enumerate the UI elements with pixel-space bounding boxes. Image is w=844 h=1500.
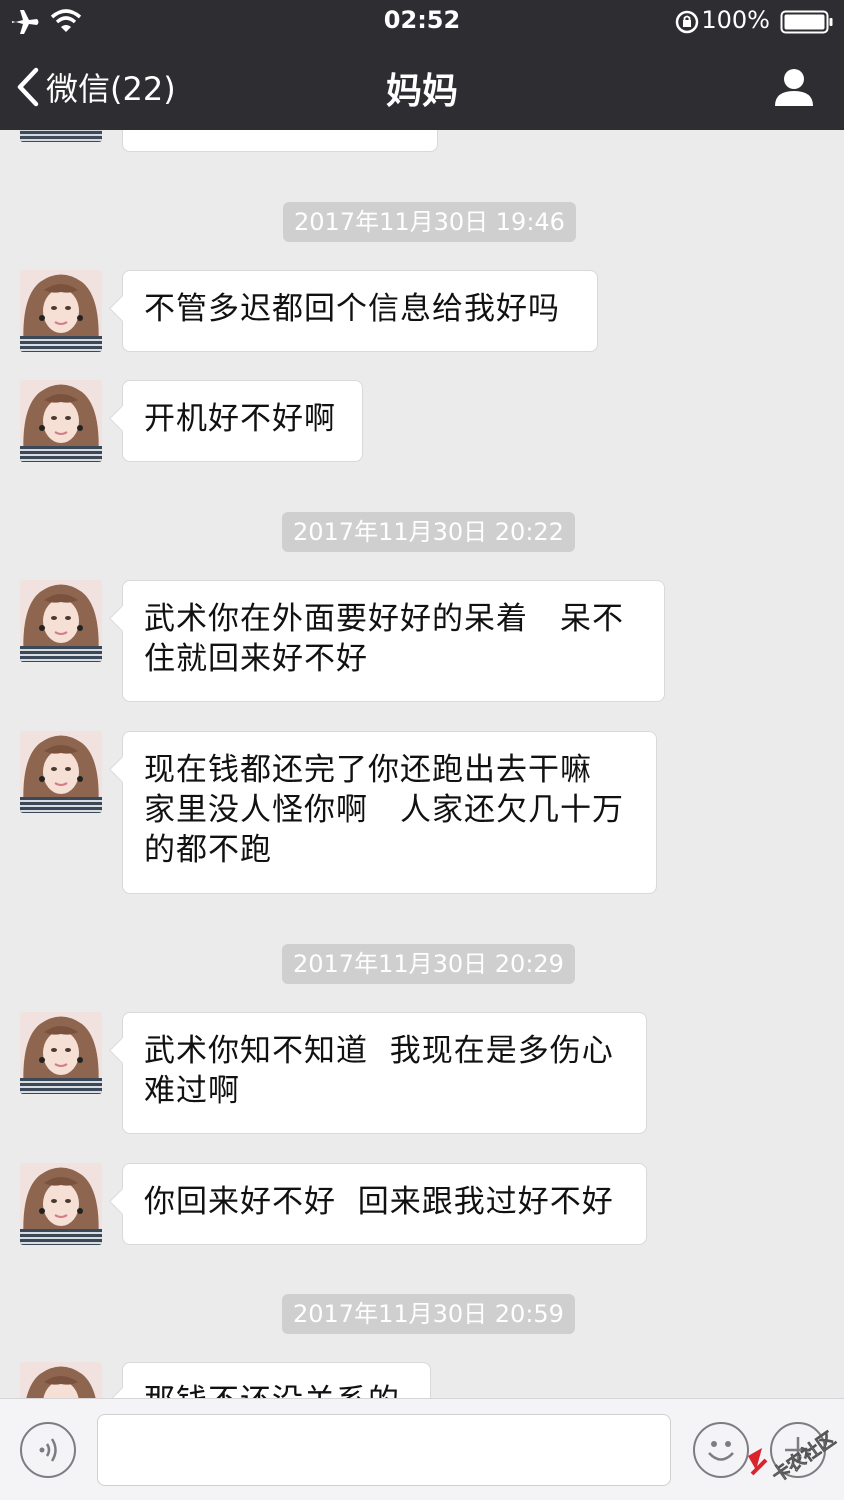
avatar[interactable] [20, 380, 102, 462]
message-timestamp: 2017年11月30日 20:29 [282, 944, 575, 984]
chevron-left-icon [17, 67, 39, 107]
status-bar: 02:52 100% [0, 0, 844, 44]
voice-icon [39, 1438, 57, 1462]
battery-icon [780, 10, 833, 34]
top-bar: 02:52 100% 微信(22) 妈妈 [0, 0, 844, 130]
avatar[interactable] [20, 1163, 102, 1245]
message-bubble[interactable]: 现在钱都还完了你还跑出去干嘛 家里没人怪你啊 人家还欠几十万 的都不跑 [122, 731, 657, 894]
smiley-icon [708, 1441, 734, 1461]
avatar[interactable] [20, 731, 102, 813]
message-bubble[interactable]: 不管多迟都回个信息给我好吗 [122, 270, 598, 352]
rotation-lock-icon [675, 10, 699, 34]
back-label: 微信(22) [46, 70, 176, 108]
voice-button[interactable] [20, 1422, 76, 1478]
avatar[interactable] [20, 580, 102, 662]
message-timestamp: 2017年11月30日 20:22 [282, 512, 575, 552]
message-bubble[interactable]: 武术你在外面要好好的呆着 呆不 住就回来好不好 [122, 580, 665, 702]
profile-icon[interactable] [772, 66, 816, 110]
message-bubble-partial[interactable] [122, 130, 438, 152]
more-button[interactable] [770, 1422, 826, 1478]
message-timestamp: 2017年11月30日 19:46 [283, 202, 576, 242]
avatar[interactable] [20, 1012, 102, 1094]
message-bubble[interactable]: 武术你知不知道 我现在是多伤心 难过啊 [122, 1012, 647, 1134]
message-bubble[interactable]: 你回来好不好 回来跟我过好不好 [122, 1163, 647, 1245]
message-bubble[interactable]: 开机好不好啊 [122, 380, 363, 462]
emoji-button[interactable] [693, 1422, 749, 1478]
chat-area[interactable]: 2017年11月30日 19:46 不管多迟都回个信息给我好吗 开机好不好啊 2017… [0, 130, 844, 1398]
message-timestamp: 2017年11月30日 20:59 [282, 1294, 575, 1334]
avatar[interactable] [20, 130, 102, 142]
input-bar [0, 1398, 844, 1500]
avatar[interactable] [20, 1362, 102, 1398]
back-button[interactable]: 微信(22) [14, 62, 176, 112]
plus-icon [785, 1437, 811, 1463]
battery-percent: 100% [701, 6, 770, 34]
message-input[interactable] [97, 1414, 671, 1486]
message-bubble[interactable]: 那钱不还没关系的 [122, 1362, 431, 1398]
avatar[interactable] [20, 270, 102, 352]
